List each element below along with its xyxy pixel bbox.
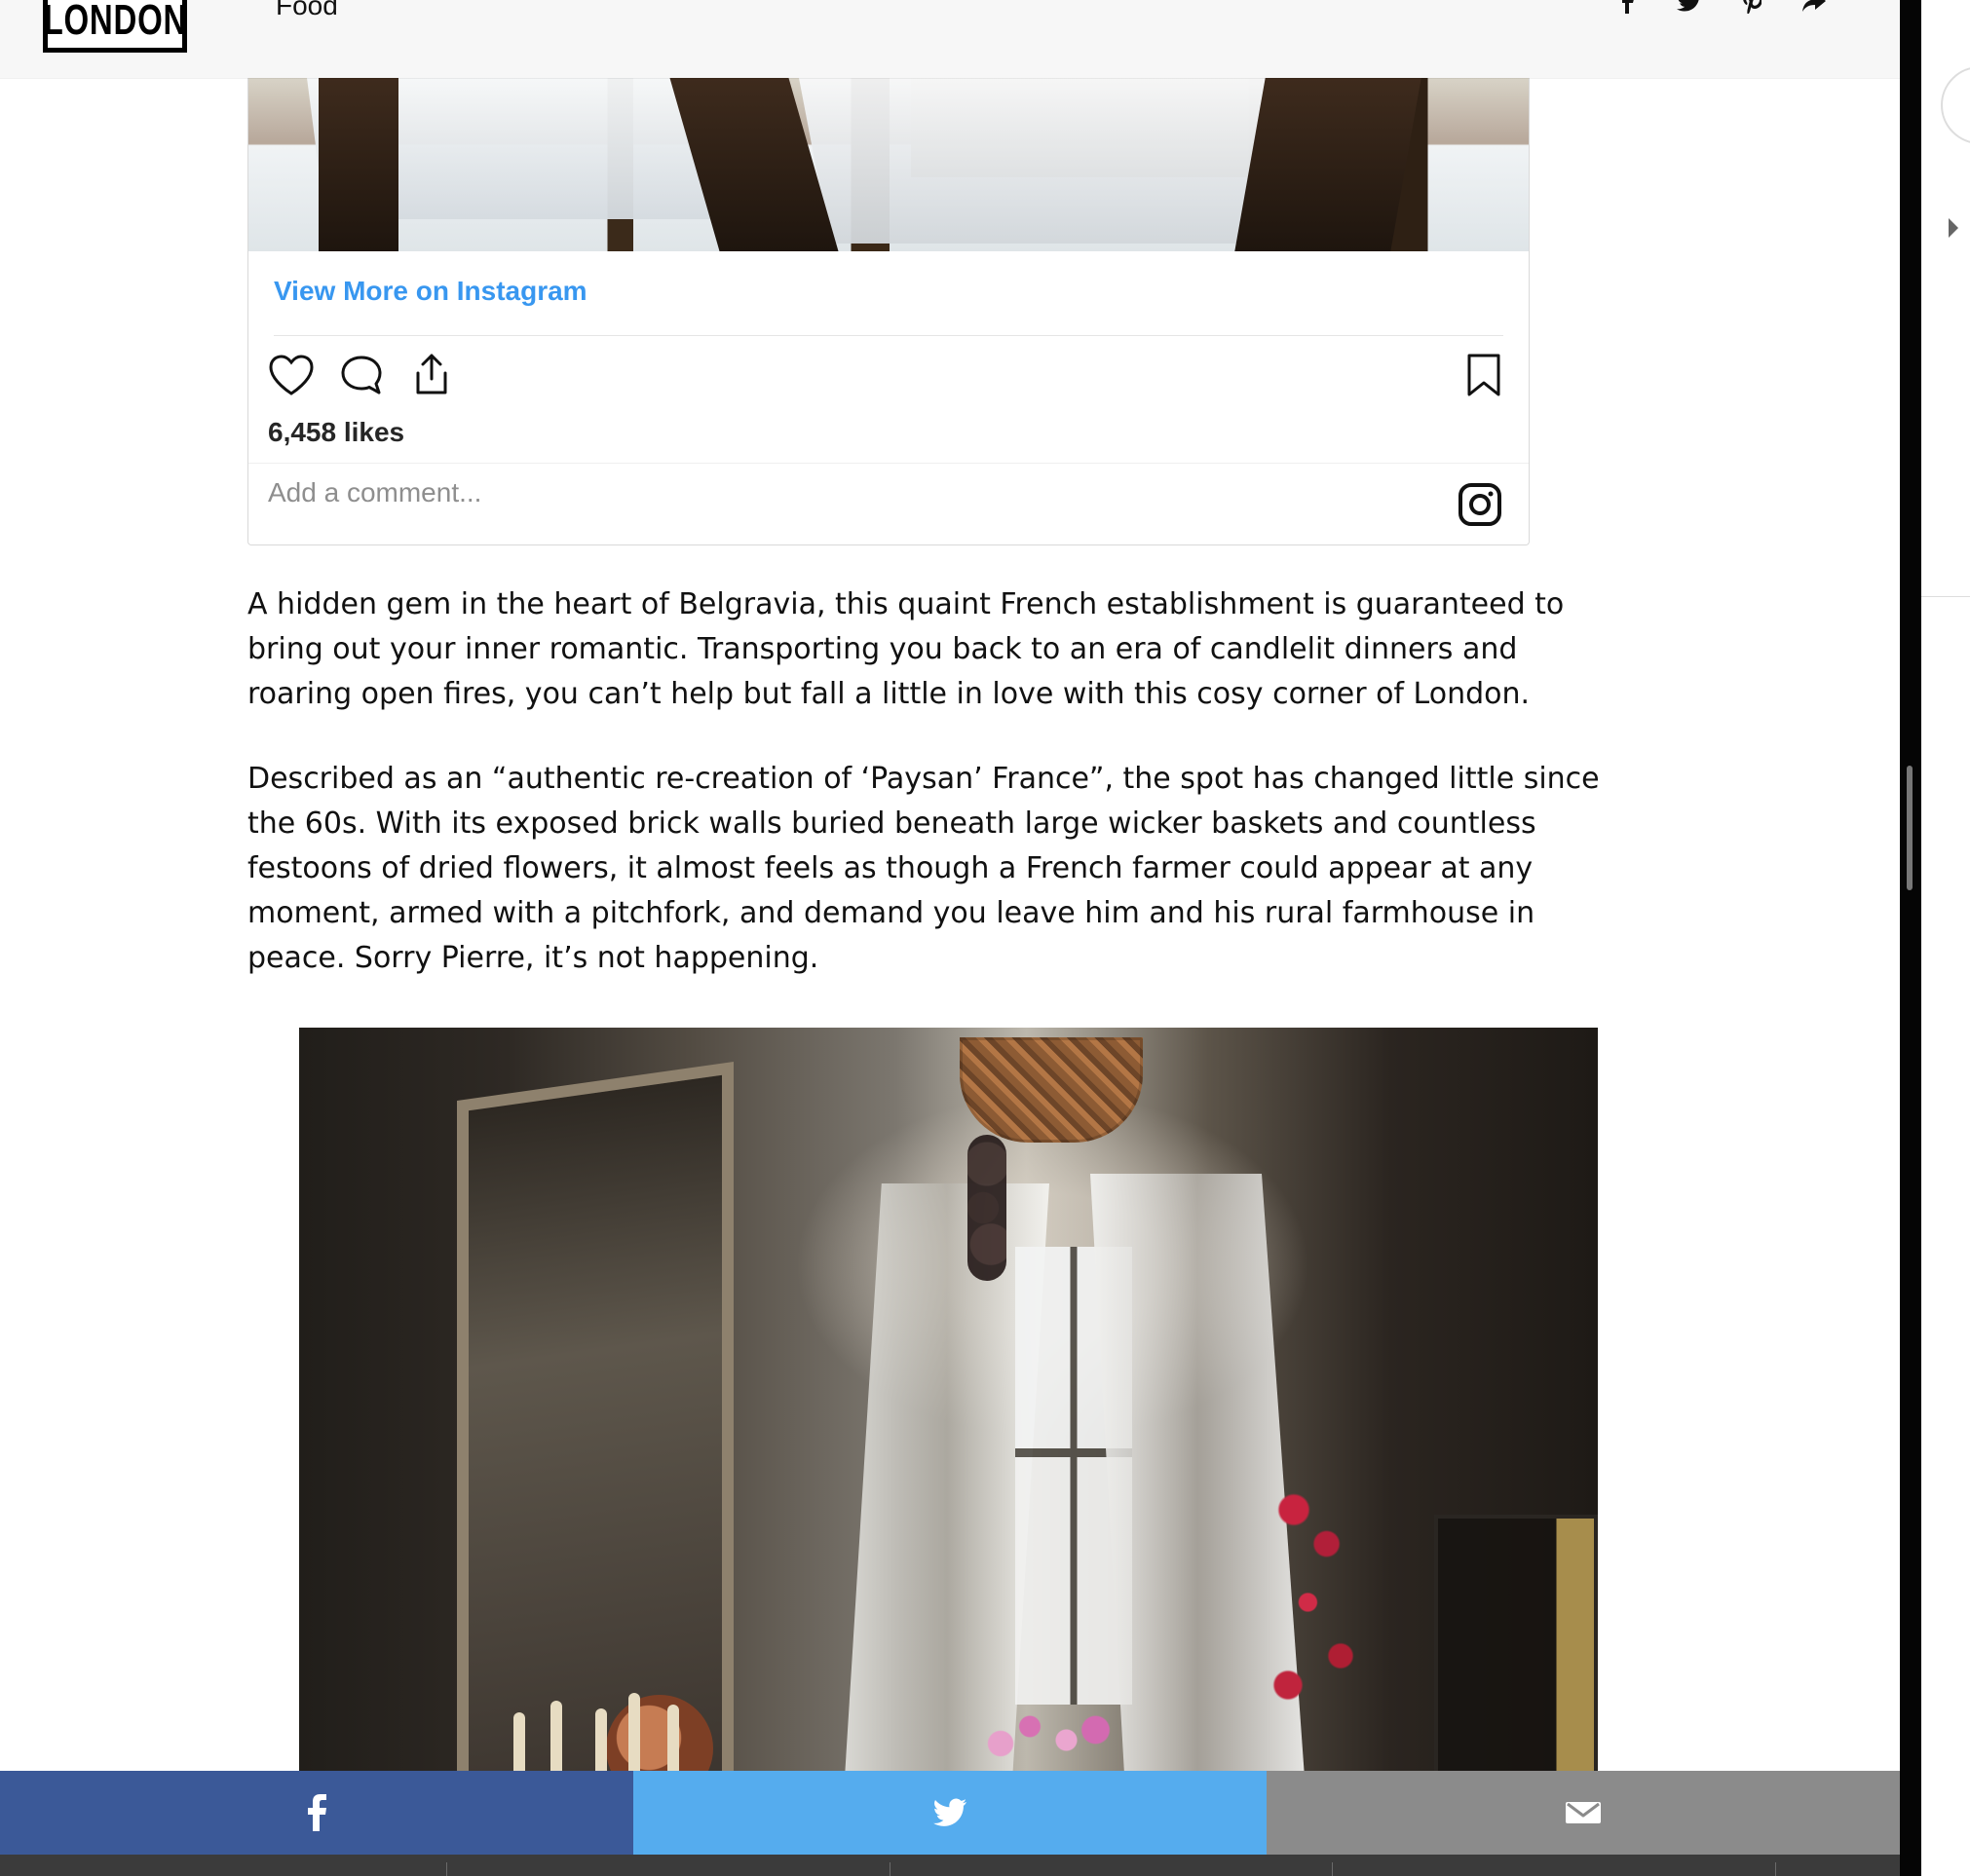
scrollbar-thumb[interactable] [1907, 766, 1913, 890]
email-share-button[interactable] [1267, 1771, 1900, 1855]
pink-orchids [971, 1709, 1118, 1771]
likes-count: 6,458 likes [268, 417, 405, 447]
bottom-divider-3 [1332, 1862, 1333, 1876]
bottom-dark-bar [0, 1855, 1900, 1876]
grape-bunch [967, 1135, 1006, 1281]
candles [494, 1666, 728, 1771]
red-flowers [1259, 1485, 1376, 1729]
facebook-icon [308, 1794, 326, 1831]
view-more-instagram-link[interactable]: View More on Instagram [274, 276, 587, 307]
browser-side-panel [1921, 0, 1970, 1876]
browser-edge-strip [1900, 0, 1921, 1876]
site-logo-text: LONDON [43, 0, 187, 44]
share-arrow-icon[interactable] [1797, 0, 1832, 16]
instagram-embed: View More on Instagram 6,458 likes Add a… [247, 78, 1530, 545]
side-panel-divider [1921, 596, 1970, 597]
email-icon [1566, 1802, 1601, 1823]
expand-icon[interactable] [1949, 218, 1958, 238]
wicker-basket [960, 1037, 1143, 1143]
twitter-icon [933, 1798, 966, 1826]
bottom-share-bar [0, 1771, 1900, 1855]
heart-icon[interactable] [268, 354, 315, 396]
instagram-actions [268, 352, 455, 398]
chair-left [319, 78, 398, 251]
comment-input[interactable]: Add a comment... [268, 477, 481, 508]
comment-divider [248, 463, 1529, 464]
comment-icon[interactable] [338, 354, 385, 396]
article-paragraph-1: A hidden gem in the heart of Belgravia, … [247, 587, 1565, 711]
pinterest-icon[interactable] [1734, 0, 1769, 16]
wall-mirror [457, 1062, 734, 1771]
site-logo[interactable]: LONDON [43, 0, 187, 53]
nav-food[interactable]: Food [276, 0, 338, 19]
article-paragraph-2: Described as an “authentic re-creation o… [247, 762, 1600, 975]
chair-right [1234, 78, 1421, 251]
bottom-divider-1 [446, 1862, 447, 1876]
twitter-share-button[interactable] [633, 1771, 1267, 1855]
bottom-divider-4 [1775, 1862, 1776, 1876]
side-panel-circle[interactable] [1941, 66, 1970, 144]
facebook-icon[interactable] [1610, 0, 1645, 16]
restaurant-photo [299, 1028, 1598, 1771]
header-share-icons [1610, 0, 1832, 16]
instagram-divider [274, 335, 1503, 336]
facebook-share-button[interactable] [0, 1771, 633, 1855]
twitter-icon[interactable] [1672, 0, 1707, 16]
top-header: LONDON Food [0, 0, 1900, 78]
instagram-icon[interactable] [1457, 481, 1503, 528]
bookmark-icon[interactable] [1464, 352, 1503, 398]
instagram-photo [248, 78, 1529, 251]
doorway [1434, 1515, 1598, 1771]
upload-share-icon[interactable] [408, 352, 455, 398]
